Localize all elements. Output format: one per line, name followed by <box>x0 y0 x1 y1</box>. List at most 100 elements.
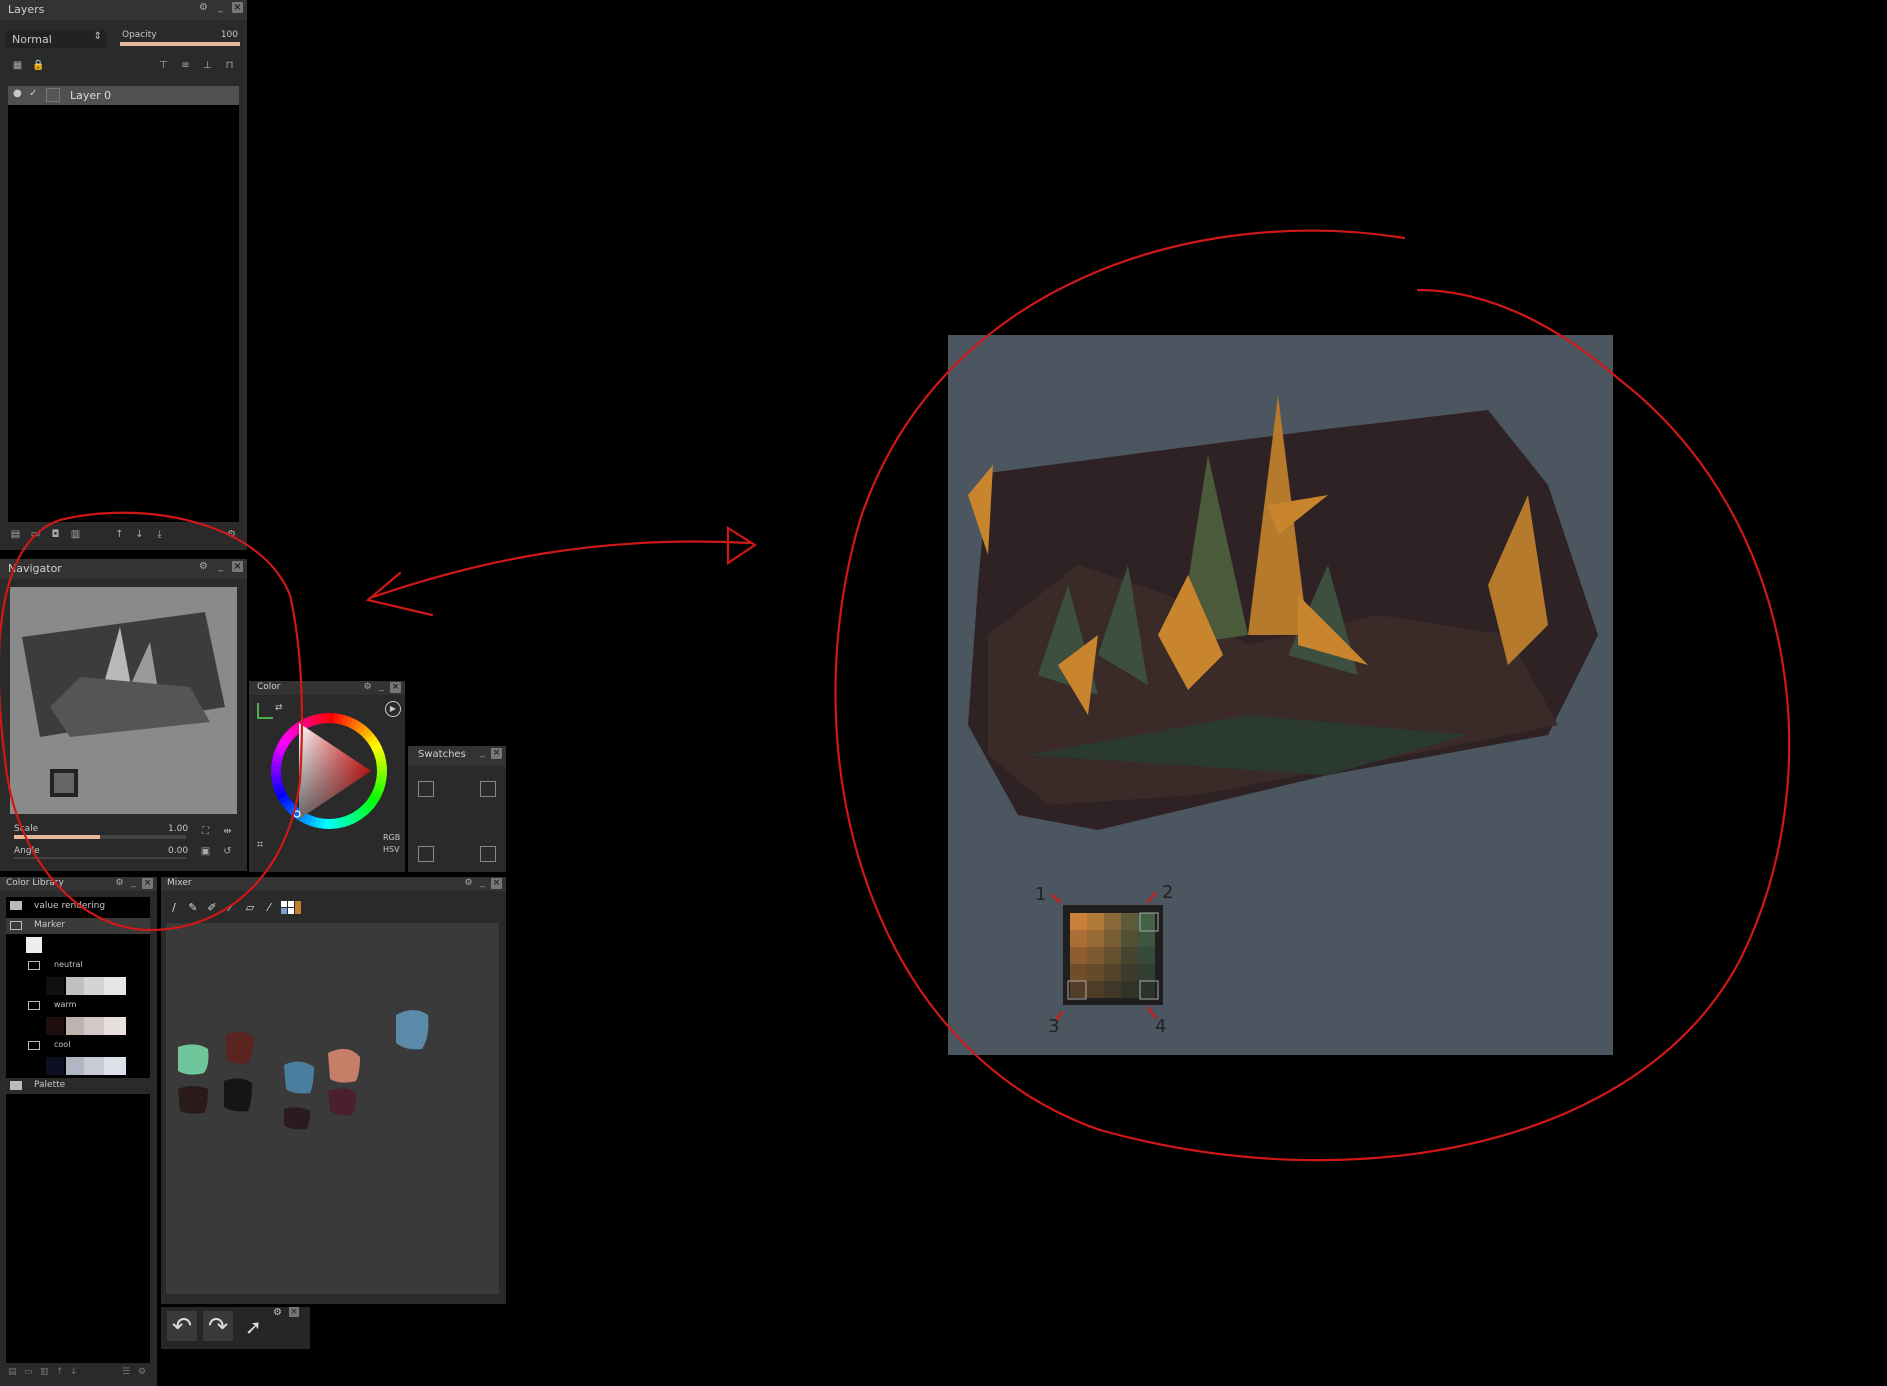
undo-icon[interactable]: ↶ <box>167 1311 197 1341</box>
rgb-label[interactable]: RGB <box>383 833 400 842</box>
gear-icon[interactable]: ⚙ <box>362 682 373 693</box>
brush-icon[interactable]: / <box>167 901 181 915</box>
gear-icon[interactable]: ⚙ <box>198 2 209 13</box>
close-icon[interactable]: × <box>232 561 243 572</box>
library-item-warm[interactable]: warm <box>6 998 150 1014</box>
blend-mode-select[interactable]: Normal ⇕ <box>6 30 106 48</box>
align-right-icon[interactable]: ⊓ <box>224 60 235 71</box>
transparency-lock-icon[interactable]: ▦ <box>12 60 23 71</box>
fit-screen-icon[interactable]: ⛶ <box>200 826 211 837</box>
merge-icon[interactable]: ⤓ <box>154 529 165 540</box>
navigator-preview[interactable] <box>10 587 237 814</box>
mini-grid-cell <box>1121 964 1138 981</box>
align-bottom-icon[interactable]: ⊥ <box>202 60 213 71</box>
eraser-icon[interactable]: ▱ <box>243 901 257 915</box>
folder-icon <box>10 1081 22 1090</box>
color-wheel[interactable] <box>254 711 404 861</box>
library-item-neutral[interactable]: neutral <box>6 958 150 974</box>
check-icon[interactable]: ✓ <box>29 88 37 99</box>
folder-icon[interactable]: ▭ <box>24 1367 33 1377</box>
swatch-corner-3[interactable] <box>418 846 434 862</box>
close-icon[interactable]: × <box>289 1307 299 1317</box>
trash-icon[interactable]: ▥ <box>70 529 81 540</box>
mini-grid-cell <box>1104 981 1121 998</box>
opacity-value: 100 <box>220 30 238 40</box>
color-library-titlebar: Color Library ⚙ _ × <box>0 877 157 891</box>
reset-rotation-icon[interactable]: ↺ <box>222 846 233 857</box>
new-layer-icon[interactable]: ▤ <box>10 529 21 540</box>
mini-grid-cell <box>1104 964 1121 981</box>
close-icon[interactable]: × <box>232 2 243 13</box>
minimize-icon[interactable]: _ <box>477 748 488 759</box>
crop-icon[interactable]: ⌗ <box>257 838 263 852</box>
scale-slider[interactable] <box>14 835 186 839</box>
mask-icon[interactable]: ◘ <box>50 529 61 540</box>
transform-icon[interactable]: ➚ <box>245 1315 262 1339</box>
navigator-thumbnail <box>22 612 225 797</box>
gear-icon[interactable]: ⚙ <box>114 878 125 889</box>
move-down-icon[interactable]: ↓ <box>70 1367 78 1377</box>
layer-list: ● ✓ Layer 0 <box>8 86 239 522</box>
hsv-label[interactable]: HSV <box>383 845 400 854</box>
close-icon[interactable]: × <box>491 748 502 759</box>
swatch-row-neutral[interactable] <box>6 977 150 995</box>
redo-icon[interactable]: ↷ <box>203 1311 233 1341</box>
list-view-icon[interactable]: ☰ <box>122 1367 130 1377</box>
library-item-value-rendering[interactable]: value rendering <box>6 899 150 915</box>
open-folder-icon <box>28 1001 40 1010</box>
gear-icon[interactable]: ⚙ <box>198 561 209 572</box>
knife-icon[interactable]: ⟋ <box>224 901 238 915</box>
navigator-title: Navigator <box>8 562 62 575</box>
pickup-brush-icon[interactable]: ✐ <box>205 901 219 915</box>
lock-icon[interactable]: 🔒 <box>32 60 44 71</box>
blend-brush-icon[interactable]: ✎ <box>186 901 200 915</box>
layer-row[interactable]: ● ✓ Layer 0 <box>8 86 239 105</box>
eyedropper-icon[interactable]: ⁄ <box>262 901 276 915</box>
swatch-row-warm[interactable] <box>6 1017 150 1035</box>
folder-icon[interactable]: ▭ <box>30 529 41 540</box>
minimize-icon[interactable]: _ <box>215 2 226 13</box>
mixer-canvas[interactable] <box>166 923 499 1294</box>
swatch-corner-2[interactable] <box>480 781 496 797</box>
move-up-icon[interactable]: ↑ <box>56 1367 64 1377</box>
move-up-icon[interactable]: ↑ <box>114 529 125 540</box>
new-swatch-icon[interactable]: ▤ <box>8 1367 17 1377</box>
swatch-row-marker[interactable] <box>6 937 150 953</box>
mixer-panel: Mixer ⚙ _ × / ✎ ✐ ⟋ ▱ ⁄ <box>161 877 506 1304</box>
gear-icon[interactable]: ⚙ <box>273 1307 282 1318</box>
opacity-slider[interactable]: Opacity 100 <box>120 30 240 48</box>
gear-icon[interactable]: ⚙ <box>138 1367 146 1377</box>
open-folder-icon <box>10 921 22 930</box>
flip-horizontal-icon[interactable]: ⇹ <box>222 826 233 837</box>
mixer-swatch-grid-icon[interactable] <box>281 901 301 915</box>
gear-icon[interactable]: ⚙ <box>226 529 237 540</box>
minimize-icon[interactable]: _ <box>477 878 488 889</box>
minimize-icon[interactable]: _ <box>128 878 139 889</box>
painting-canvas[interactable] <box>948 335 1613 1055</box>
mini-grid-cell <box>1087 981 1104 998</box>
trash-icon[interactable]: ▥ <box>40 1367 49 1377</box>
library-item-palette[interactable]: Palette <box>6 1078 150 1094</box>
align-top-icon[interactable]: ⊤ <box>158 60 169 71</box>
gear-icon[interactable]: ⚙ <box>463 878 474 889</box>
close-icon[interactable]: × <box>491 878 502 889</box>
close-icon[interactable]: × <box>142 878 153 889</box>
align-middle-icon[interactable]: ≡ <box>180 60 191 71</box>
mini-grid-cell <box>1070 981 1087 998</box>
move-down-icon[interactable]: ↓ <box>134 529 145 540</box>
color-panel: Color ⚙ _ × ⇄ ▶ ⌗ RGB HSV <box>249 681 405 872</box>
library-item-marker[interactable]: Marker <box>6 918 150 934</box>
minimize-icon[interactable]: _ <box>376 682 387 693</box>
swatch-corner-4[interactable] <box>480 846 496 862</box>
library-item-cool[interactable]: cool <box>6 1038 150 1054</box>
actual-size-icon[interactable]: ▣ <box>200 846 211 857</box>
angle-slider[interactable] <box>14 857 186 859</box>
swatch-row-cool[interactable] <box>6 1057 150 1075</box>
annotation-arrow-line <box>368 540 752 600</box>
swatch-corner-1[interactable] <box>418 781 434 797</box>
eye-icon[interactable]: ● <box>13 88 22 99</box>
minimize-icon[interactable]: _ <box>215 561 226 572</box>
angle-label: Angle <box>14 846 40 856</box>
close-icon[interactable]: × <box>390 682 401 693</box>
mini-grid-cell <box>1121 913 1138 930</box>
